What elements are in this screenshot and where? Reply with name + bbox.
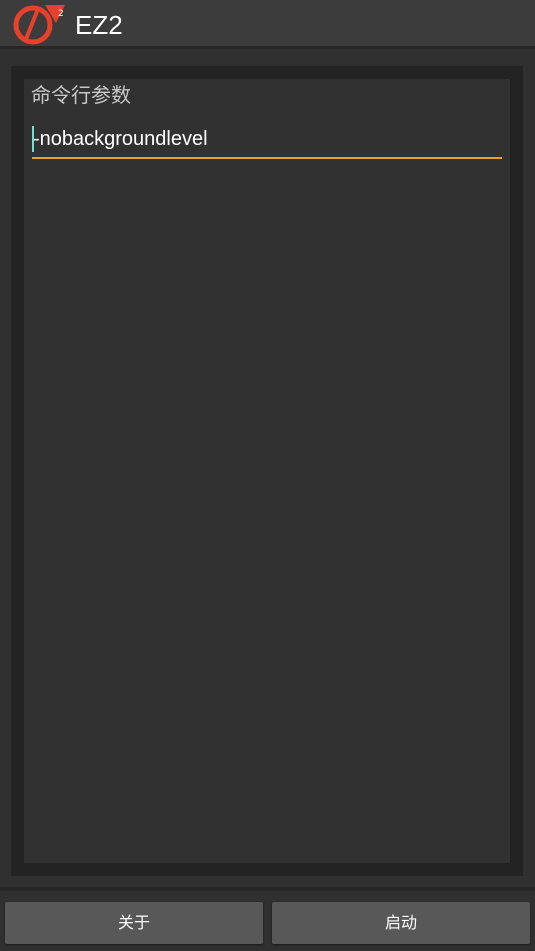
- command-line-args-value: -nobackgroundlevel: [33, 128, 208, 150]
- svg-text:2: 2: [58, 9, 64, 19]
- about-button[interactable]: 关于: [5, 902, 263, 944]
- app-logo-icon: 2: [13, 5, 65, 45]
- app-window: 2 EZ2 命令行参数 -nobackgroundlevel 关于 启动: [0, 0, 535, 951]
- command-line-args-input[interactable]: -nobackgroundlevel: [32, 125, 502, 159]
- start-button[interactable]: 启动: [272, 902, 530, 944]
- command-line-args-label: 命令行参数: [31, 83, 131, 107]
- bottom-action-bar: 关于 启动: [0, 887, 535, 951]
- title-bar: 2 EZ2: [0, 0, 535, 49]
- text-caret: [32, 126, 34, 152]
- app-title: EZ2: [75, 10, 123, 40]
- content-panel: 命令行参数 -nobackgroundlevel: [11, 66, 523, 876]
- content-panel-inner: 命令行参数 -nobackgroundlevel: [24, 79, 510, 863]
